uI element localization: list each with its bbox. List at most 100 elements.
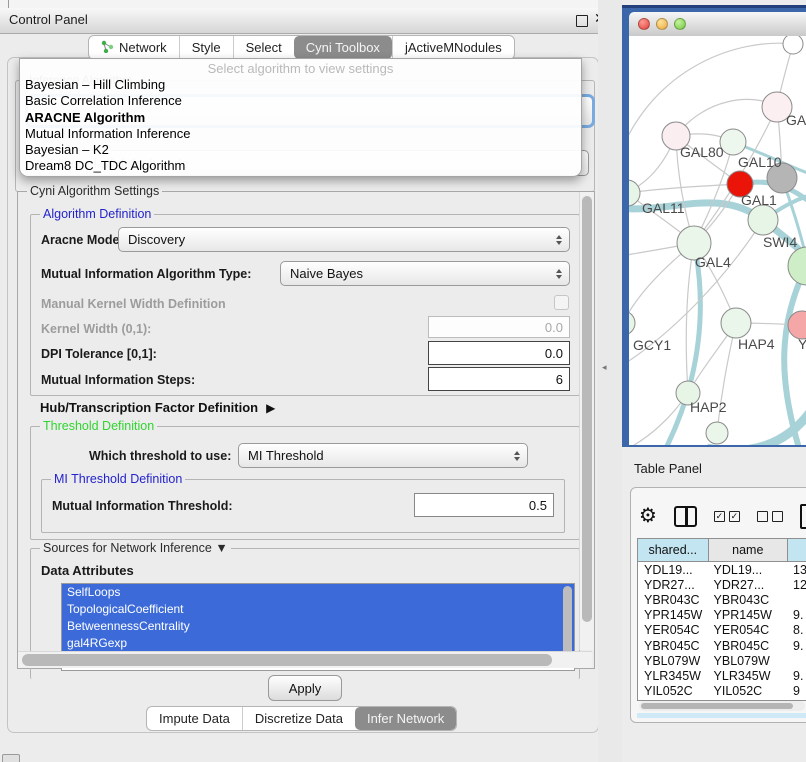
aracne-mode-label: Aracne Mode: [41, 233, 124, 247]
bottom-tab-infer-network[interactable]: Infer Network [355, 707, 456, 730]
table-cell: YBR045C [638, 638, 708, 653]
network-node[interactable] [748, 205, 778, 235]
columns-icon[interactable] [674, 506, 697, 527]
tab-jactivemnodules[interactable]: jActiveMNodules [392, 36, 514, 59]
tab-cyni-toolbox[interactable]: Cyni Toolbox [294, 36, 392, 59]
settings-vertical-scrollbar[interactable] [579, 192, 594, 650]
table-cell: 8. [787, 623, 806, 638]
network-node-labels: GALGAL80GAL10GAL1GAL11GAL4SWI4GCY1HAP4YH… [633, 112, 806, 415]
network-node[interactable] [706, 422, 728, 444]
panel-splitter[interactable]: ◂ [598, 0, 622, 762]
attributes-list-scrollbar[interactable] [563, 586, 572, 656]
sources-title: Sources for Network Inference ▼ [40, 541, 231, 555]
dpi-tolerance-field[interactable]: 0.0 [428, 341, 570, 365]
tab-label: Network [119, 40, 167, 55]
table-row[interactable]: YDR27...YDR27...12 [638, 577, 806, 592]
table-cell: YPR145W [638, 608, 708, 623]
hub-factor-expander[interactable]: Hub/Transcription Factor Definition ▶ [40, 400, 275, 415]
attribute-item[interactable]: gal4RGexp [62, 635, 574, 652]
column-header[interactable]: name [708, 539, 787, 561]
deselect-all-checkboxes-icon[interactable] [757, 511, 783, 522]
control-panel-tabs: Network Style Select Cyni ToolboxjActiveMNo… [88, 35, 515, 60]
mi-steps-label: Mutual Information Steps: [41, 373, 195, 387]
settings-horizontal-scrollbar[interactable] [18, 651, 592, 668]
dock-mini-icon[interactable] [2, 754, 20, 762]
dropdown-placeholder: Select algorithm to view settings [20, 60, 581, 77]
splitter-collapse-icon[interactable]: ◂ [602, 362, 607, 373]
expander-down-icon[interactable]: ▼ [215, 541, 227, 555]
dpi-tolerance-value: 0.0 [545, 346, 563, 361]
table-row[interactable]: YDL19...YDL19...13 [638, 562, 806, 577]
bottom-tab-impute-data[interactable]: Impute Data [147, 707, 242, 730]
apply-button[interactable]: Apply [268, 675, 342, 701]
node-table: shared...nameA YDL19...YDL19...13YDR27..… [637, 538, 806, 701]
algorithm-option[interactable]: Basic Correlation Inference [20, 93, 581, 109]
gear-icon[interactable]: ⚙ [639, 506, 657, 526]
mi-threshold-group-title: MI Threshold Definition [51, 472, 185, 486]
mi-steps-field[interactable]: 6 [428, 367, 570, 391]
zoom-window-icon[interactable] [674, 18, 686, 30]
aracne-mode-combo[interactable]: Discovery [118, 227, 570, 252]
table-row[interactable]: YBR043CYBR043C [638, 592, 806, 607]
network-node-hap4[interactable] [721, 308, 751, 338]
settings-vertical-thumb[interactable] [582, 196, 592, 622]
bottom-tab-discretize-data[interactable]: Discretize Data [242, 707, 355, 730]
table-row[interactable]: YER054CYER054C8. [638, 623, 806, 638]
table-row[interactable]: YBL079WYBL079W [638, 653, 806, 668]
table-cell: YBR045C [708, 638, 787, 653]
network-node-gal10[interactable] [720, 129, 746, 155]
table-row[interactable]: YBR045CYBR045C9. [638, 638, 806, 653]
algorithm-option[interactable]: Bayesian – Hill Climbing [20, 77, 581, 93]
mi-type-label: Mutual Information Algorithm Type: [41, 267, 251, 281]
expander-right-icon: ▶ [266, 401, 275, 415]
export-table-icon[interactable] [800, 504, 806, 529]
network-node[interactable] [783, 36, 803, 54]
mi-threshold-value: 0.5 [529, 498, 547, 513]
manual-kernel-label: Manual Kernel Width Definition [41, 297, 226, 311]
attribute-item[interactable]: TopologicalCoefficient [62, 601, 574, 618]
tab-style[interactable]: Style [179, 36, 233, 59]
column-header[interactable]: A [787, 539, 806, 561]
node-label-hap4: HAP4 [738, 336, 775, 352]
table-row[interactable]: YPR145WYPR145W9. [638, 608, 806, 623]
float-panel-icon[interactable] [576, 15, 588, 27]
attribute-item[interactable]: SelfLoops [62, 584, 574, 601]
tab-select[interactable]: Select [233, 36, 294, 59]
table-row[interactable]: YIL052CYIL052C9 [638, 684, 806, 699]
mi-threshold-field[interactable]: 0.5 [414, 493, 554, 517]
network-node-gcy1[interactable] [629, 311, 635, 335]
table-row[interactable]: YLR345WYLR345W9. [638, 668, 806, 683]
table-cell: YPR145W [708, 608, 787, 623]
algorithm-option[interactable]: Bayesian – K2 [20, 142, 581, 158]
sources-title-text: Sources for Network Inference [43, 541, 212, 555]
table-cell [787, 592, 806, 607]
tab-label: Select [246, 40, 282, 55]
attribute-item[interactable]: BetweennessCentrality [62, 618, 574, 635]
table-horizontal-scrollbar[interactable] [639, 701, 805, 711]
select-all-checkboxes-icon[interactable]: ✓ ✓ [714, 511, 740, 522]
manual-kernel-checkbox[interactable] [554, 295, 569, 310]
algorithm-option[interactable]: Mutual Information Inference [20, 126, 581, 142]
kernel-width-field[interactable]: 0.0 [428, 316, 570, 338]
table-cell: YER054C [638, 623, 708, 638]
checked-box-icon: ✓ [729, 511, 740, 522]
table-header-row: shared...nameA [637, 538, 806, 561]
node-label-gal4: GAL4 [695, 254, 731, 270]
network-window-titlebar[interactable] [629, 12, 806, 37]
settings-horizontal-thumb[interactable] [22, 654, 552, 666]
column-header[interactable]: shared... [638, 539, 708, 561]
network-canvas[interactable]: GALGAL80GAL10GAL1GAL11GAL4SWI4GCY1HAP4YH… [629, 36, 806, 445]
close-window-icon[interactable] [638, 18, 650, 30]
mi-type-combo[interactable]: Naive Bayes [280, 261, 570, 286]
algorithm-option[interactable]: ARACNE Algorithm [20, 110, 581, 126]
network-node-swi4[interactable] [788, 247, 806, 285]
tab-network[interactable]: Network [89, 36, 179, 59]
table-cell: YIL052C [638, 684, 708, 699]
tab-label: Style [192, 40, 221, 55]
node-label-hap2: HAP2 [690, 399, 727, 415]
table-horizontal-thumb[interactable] [641, 703, 793, 709]
dpi-tolerance-label: DPI Tolerance [0,1]: [41, 347, 157, 361]
which-threshold-combo[interactable]: MI Threshold [238, 443, 528, 468]
minimize-window-icon[interactable] [656, 18, 668, 30]
algorithm-option[interactable]: Dream8 DC_TDC Algorithm [20, 158, 581, 174]
